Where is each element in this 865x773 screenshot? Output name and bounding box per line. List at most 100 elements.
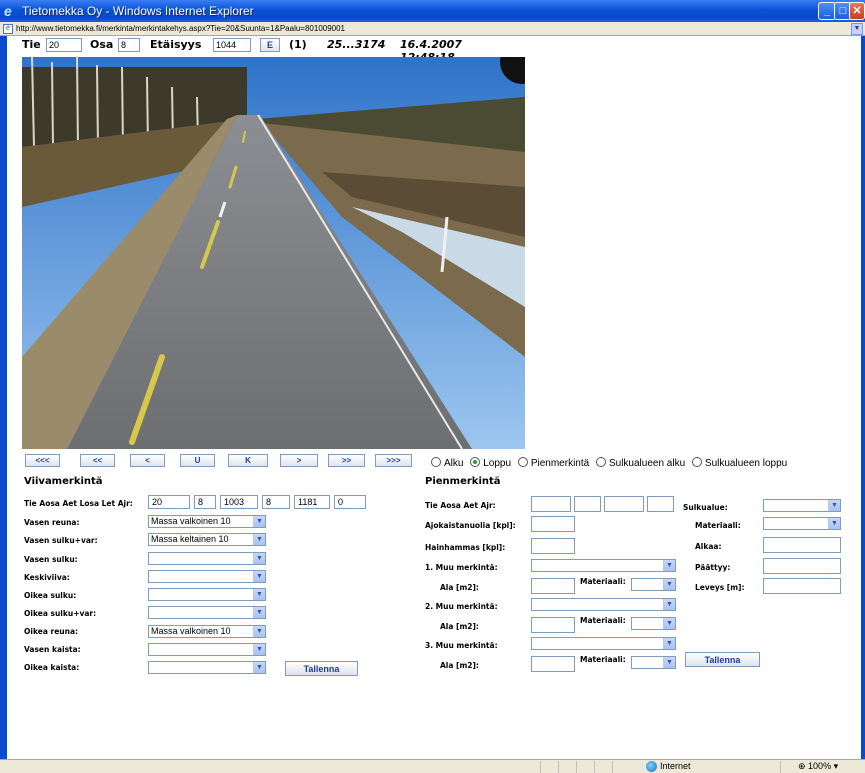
radio-pienmerkinta[interactable]: Pienmerkintä [517,457,589,469]
alkaa-input[interactable] [763,537,841,553]
oikea-reuna-label: Oikea reuna: [24,627,79,636]
radio-loppu[interactable]: Loppu [470,457,511,469]
keskiviiva-label: Keskiviiva: [24,573,70,582]
radio-sulkualueen-alku[interactable]: Sulkualueen alku [595,457,685,469]
ala3-input[interactable] [531,656,575,672]
chevron-down-icon: ▼ [663,579,675,590]
pien-section-title: Pienmerkintä [425,476,501,487]
e-button[interactable]: E [260,38,280,52]
muu2-label: 2. Muu merkintä: [425,602,498,611]
ajokaistanuolia-input[interactable] [531,516,575,532]
nav-back-far-button[interactable]: << [80,454,115,467]
vasen-sulku-var-select[interactable]: Massa keltainen 10 ▼ [148,533,266,546]
viiva-losa-input[interactable]: 8 [262,495,290,509]
oikea-kaista-label: Oikea kaista: [24,663,80,672]
etaisyys-input[interactable] [213,38,251,52]
viiva-tie-input[interactable]: 20 [148,495,190,509]
address-dropdown-icon[interactable]: ▼ [851,23,863,35]
hainhammas-label: Hainhammas [kpl]: [425,543,506,552]
tie-input[interactable] [46,38,82,52]
materiaali2-select[interactable]: ▼ [631,617,676,630]
pien-ajr-input[interactable] [647,496,674,512]
image-index: (1) [289,38,307,51]
distance-range: 25...3174 [327,38,386,51]
keskiviiva-select[interactable]: ▼ [148,570,266,583]
chevron-down-icon: ▼ [253,607,265,618]
muu1-select[interactable]: ▼ [531,559,676,572]
pien-aet-input[interactable] [604,496,644,512]
paattyy-input[interactable] [763,558,841,574]
muu3-label: 3. Muu merkintä: [425,641,498,650]
nav-forward-far-button[interactable]: >> [328,454,365,467]
oikea-sulku-select[interactable]: ▼ [148,588,266,601]
osa-input[interactable] [118,38,140,52]
left-window-border [0,36,7,763]
chevron-down-icon: ▼ [663,560,675,571]
sulku-materiaali-select[interactable]: ▼ [763,517,841,530]
pien-save-button[interactable]: Tallenna [685,652,760,667]
chevron-down-icon: ▼ [253,589,265,600]
ajokaistanuolia-label: Ajokaistanuolia [kpl]: [425,521,516,530]
vasen-reuna-select[interactable]: Massa valkoinen 10 ▼ [148,515,266,528]
materiaali1-select[interactable]: ▼ [631,578,676,591]
viiva-let-input[interactable]: 1181 [294,495,330,509]
viiva-save-button[interactable]: Tallenna [285,661,358,676]
muu2-select[interactable]: ▼ [531,598,676,611]
chevron-down-icon: ▼ [828,500,840,511]
chevron-down-icon: ▼ [253,553,265,564]
oikea-sulku-label: Oikea sulku: [24,591,77,600]
oikea-reuna-select[interactable]: Massa valkoinen 10 ▼ [148,625,266,638]
window-titlebar: e Tietomekka Oy - Windows Internet Explo… [0,0,865,22]
sulkualue-select[interactable]: ▼ [763,499,841,512]
chevron-down-icon: ▼ [253,571,265,582]
vasen-kaista-label: Vasen kaista: [24,645,81,654]
vasen-kaista-select[interactable]: ▼ [148,643,266,656]
ala1-label: Ala [m2]: [440,583,479,592]
vasen-sulku-label: Vasen sulku: [24,555,78,564]
chevron-down-icon: ▼ [253,516,265,527]
nav-first-button[interactable]: <<< [25,454,60,467]
address-bar[interactable]: e http://www.tietomekka.fi/merkinta/merk… [0,22,865,36]
oikea-sulku-var-label: Oikea sulku+var: [24,609,97,618]
ala2-input[interactable] [531,617,575,633]
internet-zone-icon [646,761,657,772]
close-button[interactable]: ✕ [849,2,865,20]
vasen-sulku-select[interactable]: ▼ [148,552,266,565]
leveys-input[interactable] [763,578,841,594]
chevron-down-icon: ▼ [663,657,675,668]
ala3-label: Ala [m2]: [440,661,479,670]
nav-back-button[interactable]: < [130,454,165,467]
chevron-down-icon: ▼ [663,618,675,629]
status-bar: Internet ⊕ 100% ▾ [0,759,865,773]
nav-last-button[interactable]: >>> [375,454,412,467]
radio-alku[interactable]: Alku [431,457,463,469]
viiva-section-title: Viivamerkintä [24,476,103,487]
zoom-level[interactable]: ⊕ 100% ▾ [798,761,838,772]
radio-sulkualueen-loppu[interactable]: Sulkualueen loppu [691,457,787,469]
pien-aosa-input[interactable] [574,496,601,512]
address-url[interactable]: http://www.tietomekka.fi/merkinta/merkin… [16,24,345,33]
oikea-kaista-select[interactable]: ▼ [148,661,266,674]
hainhammas-input[interactable] [531,538,575,554]
muu3-select[interactable]: ▼ [531,637,676,650]
road-photo [22,57,525,449]
pien-tie-input[interactable] [531,496,571,512]
pien-tie-row-label: Tie Aosa Aet Ajr: [425,501,496,510]
etaisyys-label: Etäisyys [150,38,202,51]
viiva-aet-input[interactable]: 1003 [220,495,258,509]
nav-k-button[interactable]: K [228,454,268,467]
materiaali3-select[interactable]: ▼ [631,656,676,669]
nav-u-button[interactable]: U [180,454,215,467]
ala1-input[interactable] [531,578,575,594]
oikea-sulku-var-select[interactable]: ▼ [148,606,266,619]
alkaa-label: Alkaa: [695,542,722,551]
nav-forward-button[interactable]: > [280,454,318,467]
paattyy-label: Päättyy: [695,563,731,572]
chevron-down-icon: ▼ [253,662,265,673]
chevron-down-icon: ▼ [253,534,265,545]
chevron-down-icon: ▼ [253,626,265,637]
viiva-tie-row-label: Tie Aosa Aet Losa Let Ajr: [24,499,133,508]
viiva-ajr-input[interactable]: 0 [334,495,366,509]
viiva-aosa-input[interactable]: 8 [194,495,216,509]
security-zone-label: Internet [660,761,691,771]
